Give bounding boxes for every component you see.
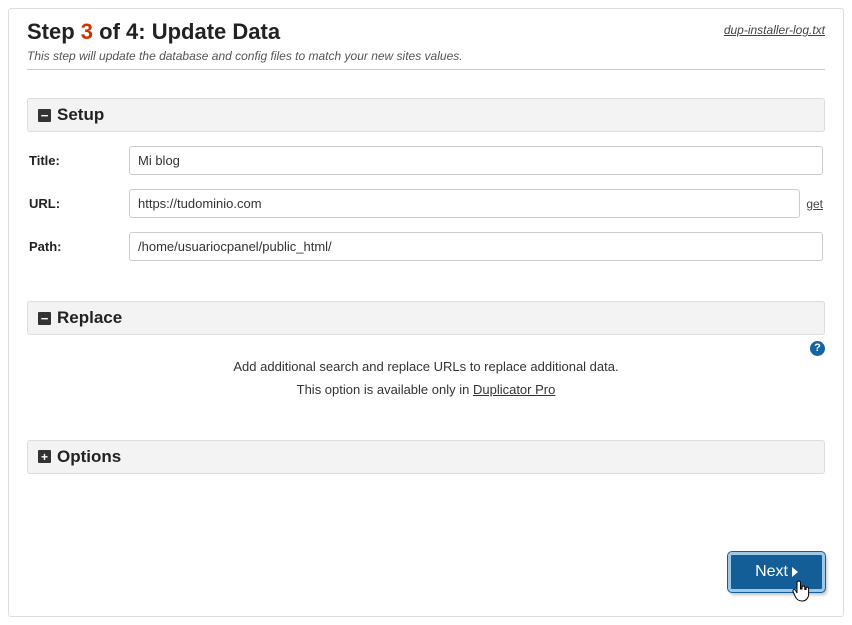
title-label: Title:	[29, 153, 129, 168]
path-label: Path:	[29, 239, 129, 254]
replace-pro-line: This option is available only in Duplica…	[27, 378, 825, 401]
path-input[interactable]	[129, 232, 823, 261]
setup-title: Setup	[57, 105, 104, 125]
replace-description: Add additional search and replace URLs t…	[27, 355, 825, 378]
step-of: of 4:	[93, 19, 152, 44]
header: Step 3 of 4: Update Data This step will …	[27, 19, 825, 70]
setup-form: Title: URL: get Path:	[27, 132, 825, 269]
collapse-icon	[38, 109, 51, 122]
replace-pro-prefix: This option is available only in	[297, 382, 473, 397]
expand-icon	[38, 450, 51, 463]
arrow-right-icon	[792, 567, 798, 577]
step-prefix: Step	[27, 19, 81, 44]
step-number: 3	[81, 19, 93, 44]
page-title: Step 3 of 4: Update Data	[27, 19, 463, 45]
button-row: Next	[27, 552, 825, 592]
url-get-link[interactable]: get	[806, 197, 823, 211]
url-label: URL:	[29, 196, 129, 211]
next-label: Next	[755, 563, 788, 581]
options-section-header[interactable]: Options	[27, 440, 825, 474]
title-row: Title:	[29, 146, 823, 175]
header-left: Step 3 of 4: Update Data This step will …	[27, 19, 463, 63]
replace-body: ? Add additional search and replace URLs…	[27, 335, 825, 408]
page-subtitle: This step will update the database and c…	[27, 49, 463, 63]
log-file-link[interactable]: dup-installer-log.txt	[724, 23, 825, 37]
help-icon[interactable]: ?	[810, 341, 825, 356]
path-row: Path:	[29, 232, 823, 261]
replace-title: Replace	[57, 308, 122, 328]
step-name: Update Data	[152, 19, 280, 44]
setup-section-header[interactable]: Setup	[27, 98, 825, 132]
url-row: URL: get	[29, 189, 823, 218]
duplicator-pro-link[interactable]: Duplicator Pro	[473, 382, 555, 397]
options-title: Options	[57, 447, 121, 467]
next-button[interactable]: Next	[728, 552, 825, 592]
replace-section-header[interactable]: Replace	[27, 301, 825, 335]
collapse-icon	[38, 312, 51, 325]
installer-step-panel: Step 3 of 4: Update Data This step will …	[8, 8, 844, 617]
url-input[interactable]	[129, 189, 800, 218]
title-input[interactable]	[129, 146, 823, 175]
